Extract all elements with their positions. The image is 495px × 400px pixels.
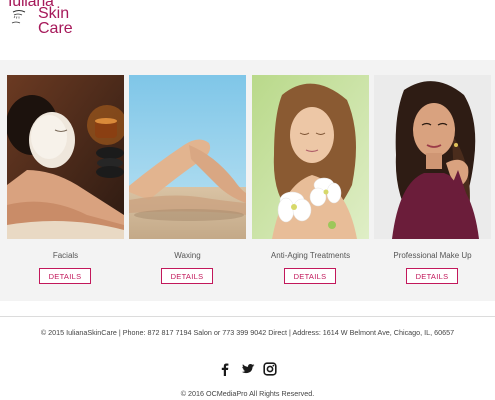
facial-mask-photo[interactable]	[7, 75, 124, 239]
contact-info: © 2015 IulianaSkinCare | Phone: 872 817 …	[40, 328, 455, 337]
legs-beach-photo[interactable]	[129, 75, 246, 239]
service-title: Anti-Aging Treatments	[270, 251, 351, 260]
face-profile-icon	[11, 10, 26, 24]
woman-with-flowers-photo[interactable]	[252, 75, 369, 239]
service-title: Facials	[52, 251, 79, 260]
service-card-make-up: Professional Make Up DETAILS	[374, 75, 491, 287]
details-button-make-up[interactable]: DETAILS	[406, 268, 458, 284]
makeup-portrait-photo[interactable]	[374, 75, 491, 239]
services-section: Facials DETAILS Waxing DETAILS Anti-Agin…	[0, 60, 495, 301]
instagram-icon[interactable]	[263, 362, 277, 376]
header: Iuliana Skin Care	[0, 0, 495, 60]
details-button-waxing[interactable]: DETAILS	[161, 268, 213, 284]
page: Iuliana Skin Care Facials DETAILS Waxing…	[0, 0, 495, 400]
copyright: © 2016 OCMediaPro All Rights Reserved.	[180, 389, 315, 398]
logo[interactable]: Iuliana Skin Care	[6, 0, 86, 39]
service-card-facials: Facials DETAILS	[7, 75, 124, 287]
details-button-facials[interactable]: DETAILS	[39, 268, 91, 284]
details-button-anti-aging[interactable]: DETAILS	[284, 268, 336, 284]
service-card-waxing: Waxing DETAILS	[129, 75, 246, 287]
twitter-icon[interactable]	[241, 362, 255, 376]
facebook-icon[interactable]	[218, 362, 232, 376]
service-card-anti-aging: Anti-Aging Treatments DETAILS	[252, 75, 369, 287]
social-links	[0, 360, 495, 376]
service-title: Professional Make Up	[393, 251, 472, 260]
logo-text-line3: Care	[38, 20, 73, 37]
footer-divider	[0, 316, 495, 317]
service-title: Waxing	[174, 251, 201, 260]
